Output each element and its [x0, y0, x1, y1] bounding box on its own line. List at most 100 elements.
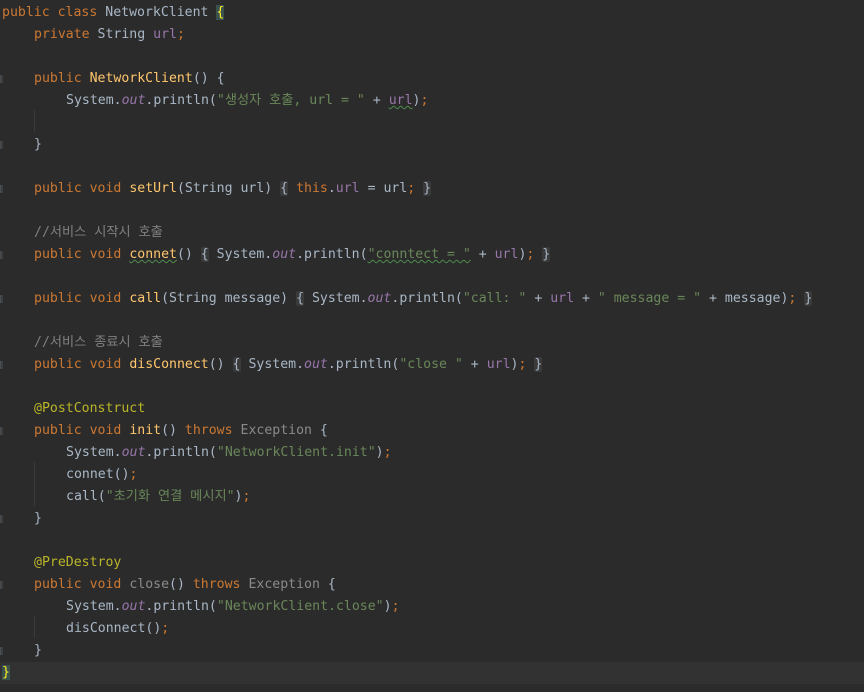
method-name: close	[129, 577, 170, 592]
folded-close-brace[interactable]: }	[534, 357, 543, 372]
indent-guide	[34, 110, 35, 132]
code-line-1[interactable]: public class NetworkClient {	[0, 2, 864, 24]
code-line-12[interactable]: public void connet() { System.out.printl…	[0, 244, 864, 266]
fold-marker[interactable]	[0, 75, 3, 83]
code-line-21[interactable]: System.out.println("NetworkClient.init")…	[0, 442, 864, 464]
fold-marker[interactable]	[0, 581, 3, 589]
static-out: out	[121, 445, 146, 460]
static-out: out	[367, 291, 392, 306]
fold-marker[interactable]	[0, 515, 3, 523]
keyword-public: public	[34, 291, 82, 306]
method-params: ()	[161, 423, 185, 438]
open-brace: {	[319, 577, 336, 592]
fold-marker[interactable]	[0, 185, 3, 193]
string-literal: "close "	[399, 357, 463, 372]
fold-marker[interactable]	[0, 295, 3, 303]
code-line-22[interactable]: connet();	[0, 464, 864, 486]
code-line-4[interactable]: public NetworkClient() {	[0, 68, 864, 90]
static-out: out	[121, 599, 146, 614]
system-ref: System.	[304, 291, 368, 306]
close-paren: )	[383, 599, 392, 614]
semicolon: ;	[242, 489, 251, 504]
code-line-31[interactable]: }	[0, 662, 864, 684]
code-line-29[interactable]: disConnect();	[0, 618, 864, 640]
folded-open-brace[interactable]: {	[232, 357, 241, 372]
semicolon: ;	[161, 621, 170, 636]
keyword-public: public	[34, 247, 82, 262]
semicolon: ;	[129, 467, 138, 482]
keyword-class: class	[57, 5, 98, 20]
semicolon: ;	[383, 445, 392, 460]
keyword-void: void	[89, 247, 122, 262]
fold-marker[interactable]	[0, 427, 3, 435]
code-line-7[interactable]: }	[0, 134, 864, 156]
folded-open-brace[interactable]: {	[296, 291, 305, 306]
folded-open-brace[interactable]: {	[200, 247, 209, 262]
keyword-public: public	[34, 71, 82, 86]
plus-operator: +	[574, 291, 598, 306]
code-line-19[interactable]: @PostConstruct	[0, 398, 864, 420]
close-brace: }	[2, 665, 10, 680]
code-line-9[interactable]: public void setUrl(String url) { this.ur…	[0, 178, 864, 200]
code-line-5[interactable]: System.out.println("생성자 호출, url = " + ur…	[0, 90, 864, 112]
fold-marker[interactable]	[0, 361, 3, 369]
code-editor[interactable]: public class NetworkClient { private Str…	[0, 0, 864, 692]
code-line-16[interactable]: //서비스 종료시 호출	[0, 332, 864, 354]
println-call: .println(	[145, 599, 217, 614]
code-line-24[interactable]: }	[0, 508, 864, 530]
code-line-17[interactable]: public void disConnect() { System.out.pr…	[0, 354, 864, 376]
string-literal: "생성자 호출, url = "	[216, 93, 365, 108]
field-url: url	[153, 27, 177, 42]
code-line-27[interactable]: public void close() throws Exception {	[0, 574, 864, 596]
folded-close-brace[interactable]: }	[423, 181, 432, 196]
fold-marker[interactable]	[0, 141, 3, 149]
method-name: connet	[129, 247, 177, 262]
method-name: disConnect	[129, 357, 209, 372]
method-name: setUrl	[129, 181, 177, 196]
code-line-2[interactable]: private String url;	[0, 24, 864, 46]
keyword-public: public	[34, 357, 82, 372]
dot: .	[327, 181, 336, 196]
keyword-public: public	[34, 423, 82, 438]
system-ref: System.	[240, 357, 305, 372]
assignment: = url	[359, 181, 408, 196]
code-line-23[interactable]: call("초기화 연결 메시지");	[0, 486, 864, 508]
system-ref: System.	[66, 93, 122, 108]
println-call: .println(	[145, 445, 217, 460]
code-line-14[interactable]: public void call(String message) { Syste…	[0, 288, 864, 310]
code-line-11[interactable]: //서비스 시작시 호출	[0, 222, 864, 244]
method-call: call(	[66, 489, 106, 504]
semicolon: ;	[526, 247, 535, 262]
code-line-30[interactable]: }	[0, 640, 864, 662]
println-call: .println(	[327, 357, 400, 372]
method-params: (String url)	[176, 181, 281, 196]
keyword-public: public	[34, 181, 82, 196]
open-brace: {	[311, 423, 328, 438]
plus-operator: +	[462, 357, 487, 372]
code-line-26[interactable]: @PreDestroy	[0, 552, 864, 574]
println-call: .println(	[391, 291, 463, 306]
keyword-void: void	[89, 357, 122, 372]
string-literal: "NetworkClient.init"	[216, 445, 376, 460]
fold-marker[interactable]	[0, 251, 3, 259]
folded-close-brace[interactable]: }	[804, 291, 813, 306]
plus-operator: +	[526, 291, 551, 306]
folded-open-brace[interactable]: {	[280, 181, 289, 196]
folded-close-brace[interactable]: }	[542, 247, 551, 262]
code-line-20[interactable]: public void init() throws Exception {	[0, 420, 864, 442]
semicolon: ;	[420, 93, 429, 108]
comment: //서비스 종료시 호출	[34, 335, 163, 350]
semicolon: ;	[176, 27, 185, 42]
semicolon: ;	[391, 599, 400, 614]
keyword-void: void	[89, 291, 122, 306]
semicolon: ;	[518, 357, 527, 372]
fold-marker[interactable]	[0, 647, 3, 655]
string-literal: "call: "	[462, 291, 527, 306]
method-name: init	[129, 423, 162, 438]
println-call: .println(	[145, 93, 217, 108]
code-line-28[interactable]: System.out.println("NetworkClient.close"…	[0, 596, 864, 618]
message-arg: + message)	[701, 291, 789, 306]
field-url: url	[550, 291, 575, 306]
method-name: call	[129, 291, 162, 306]
keyword-void: void	[89, 181, 122, 196]
